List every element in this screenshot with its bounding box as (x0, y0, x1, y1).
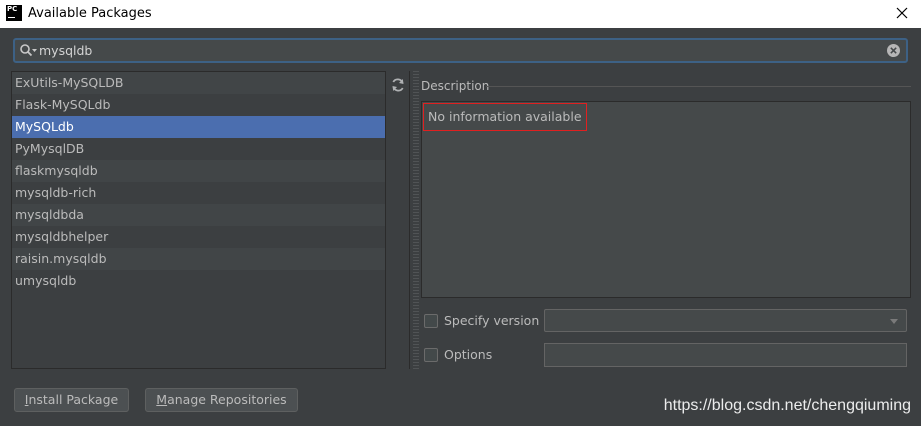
clear-icon (887, 44, 900, 57)
search-icon[interactable] (19, 43, 39, 59)
package-list-item[interactable]: umysqldb (12, 270, 385, 292)
watermark: https://blog.csdn.net/chengqiuming (663, 397, 911, 414)
package-list-item[interactable]: mysqldbhelper (12, 226, 385, 248)
clear-search-button[interactable] (886, 43, 901, 58)
install-label: nstall Package (28, 392, 119, 407)
specify-version-label[interactable]: Specify version (444, 313, 539, 328)
app-icon-text: PC (7, 5, 18, 13)
options-label[interactable]: Options (444, 347, 492, 362)
title-bar: PC Available Packages (0, 0, 921, 28)
list-toolbar (387, 71, 410, 369)
package-list-item[interactable]: Flask-MySQLdb (12, 94, 385, 116)
pycharm-app-icon: PC (6, 5, 22, 21)
close-button[interactable] (893, 4, 911, 22)
package-list-item[interactable]: mysqldb-rich (12, 182, 385, 204)
description-panel: No information available (421, 101, 911, 298)
description-text: No information available (423, 103, 587, 131)
package-list-item[interactable]: raisin.mysqldb (12, 248, 385, 270)
package-list-item[interactable]: ExUtils-MySQLDB (12, 72, 385, 94)
refresh-icon (392, 78, 404, 92)
description-label: Description (421, 79, 490, 93)
manage-mnemonic: M (156, 392, 168, 407)
chevron-down-icon (890, 319, 898, 324)
package-list-item[interactable]: PyMysqlDB (12, 138, 385, 160)
search-input[interactable] (39, 41, 879, 60)
install-package-button[interactable]: Install Package (14, 388, 129, 412)
version-select[interactable] (544, 309, 907, 332)
refresh-button[interactable] (390, 77, 406, 93)
panel-splitter[interactable] (413, 71, 419, 369)
close-icon (896, 7, 908, 19)
package-list-item[interactable]: MySQLdb (12, 116, 385, 138)
search-field[interactable] (13, 38, 908, 63)
specify-version-checkbox[interactable] (424, 314, 438, 328)
package-list[interactable]: ExUtils-MySQLDB Flask-MySQLdb MySQLdb PyMys… (11, 71, 386, 369)
package-list-item[interactable]: flaskmysqldb (12, 160, 385, 182)
manage-repositories-button[interactable]: Manage Repositories (145, 388, 298, 412)
options-checkbox[interactable] (424, 348, 438, 362)
description-separator (486, 86, 911, 87)
available-packages-dialog: PC Available Packages ExUtil (0, 0, 921, 426)
window-title: Available Packages (28, 6, 152, 21)
manage-label: anage Repositories (167, 392, 287, 407)
package-list-item[interactable]: mysqldbda (12, 204, 385, 226)
options-input[interactable] (544, 343, 907, 367)
